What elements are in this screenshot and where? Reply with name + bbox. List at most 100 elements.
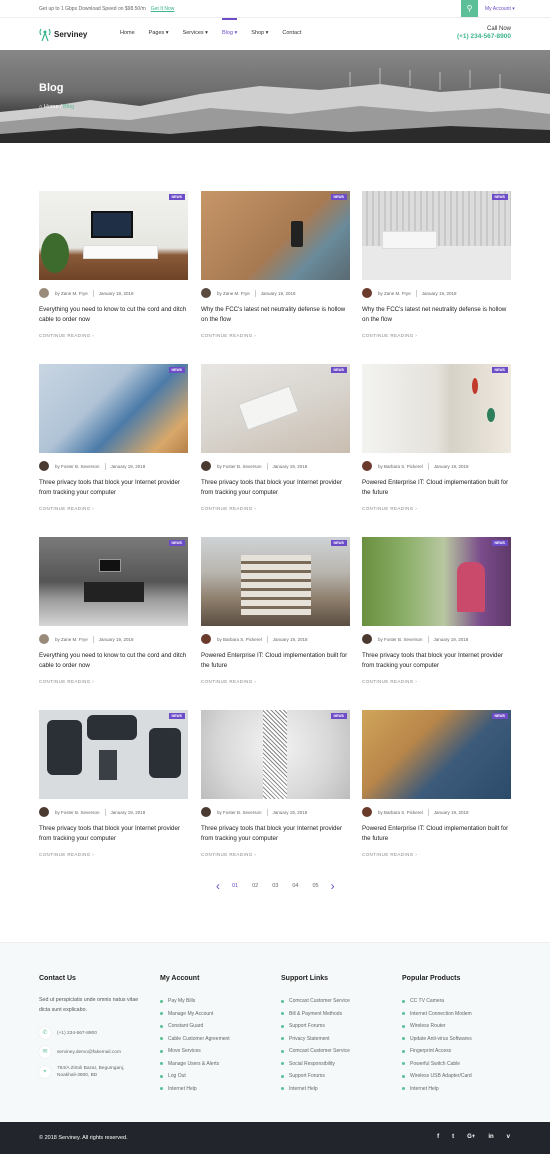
post-author[interactable]: by Foster B. Severson xyxy=(217,810,262,815)
footer-link[interactable]: Wireless USB Adapter/Card xyxy=(402,1070,472,1083)
nav-home[interactable]: Home xyxy=(120,30,135,36)
footer-link[interactable]: Update Anti-virus Softwares xyxy=(402,1033,472,1046)
nav-services[interactable]: Services ▾ xyxy=(183,30,208,36)
continue-reading-link[interactable]: CONTINUE READING › xyxy=(39,333,94,338)
footer-link[interactable]: Support Forums xyxy=(281,1070,350,1083)
continue-reading-link[interactable]: CONTINUE READING › xyxy=(362,852,417,857)
post-image[interactable]: NEWS xyxy=(201,364,350,453)
post-image[interactable]: NEWS xyxy=(362,537,511,626)
contact-email[interactable]: ✉ serviney.demo@fakemail.com xyxy=(39,1046,149,1058)
footer-link[interactable]: Wireless Router xyxy=(402,1020,472,1033)
post-author[interactable]: by Foster B. Severson xyxy=(55,810,100,815)
post-date: January 19, 2018 xyxy=(272,636,308,642)
footer-link[interactable]: Powerful Switch Cable xyxy=(402,1058,472,1071)
post-image[interactable]: NEWS xyxy=(201,537,350,626)
post-author[interactable]: by Zane M. Frye xyxy=(217,291,250,296)
post-author[interactable]: by Foster B. Severson xyxy=(217,464,262,469)
google-plus-icon[interactable]: G+ xyxy=(467,1134,475,1140)
post-title[interactable]: Everything you need to know to cut the c… xyxy=(39,305,189,325)
footer-link[interactable]: CC TV Camera xyxy=(402,995,472,1008)
post-title[interactable]: Powered Enterprise IT: Cloud implementat… xyxy=(362,824,512,844)
footer-link[interactable]: Social Responsibility xyxy=(281,1058,350,1071)
vimeo-icon[interactable]: v xyxy=(507,1134,510,1140)
footer-link[interactable]: Internet Connection Modem xyxy=(402,1008,472,1021)
next-page-button[interactable]: › xyxy=(331,880,335,892)
linkedin-icon[interactable]: in xyxy=(488,1134,493,1140)
footer-link[interactable]: Internet Help xyxy=(281,1083,350,1096)
footer-link[interactable]: Log Out xyxy=(160,1070,230,1083)
continue-reading-link[interactable]: CONTINUE READING › xyxy=(362,333,417,338)
post-image[interactable]: NEWS xyxy=(362,710,511,799)
footer-link[interactable]: Fingerprint Access xyxy=(402,1045,472,1058)
post-author[interactable]: by Zane M. Frye xyxy=(378,291,411,296)
footer-link[interactable]: Constant Guard xyxy=(160,1020,230,1033)
post-author[interactable]: by Zane M. Frye xyxy=(55,637,88,642)
nav-pages[interactable]: Pages ▾ xyxy=(149,30,169,36)
continue-reading-link[interactable]: CONTINUE READING › xyxy=(39,852,94,857)
logo[interactable]: Serviney xyxy=(39,27,87,41)
footer-link[interactable]: Comcast Customer Service xyxy=(281,995,350,1008)
contact-phone[interactable]: ✆ (+1) 234-567-8900 xyxy=(39,1027,149,1039)
page-5[interactable]: 05 xyxy=(313,883,319,889)
news-badge: NEWS xyxy=(168,713,185,719)
post-author[interactable]: by Barbara S. Pickerel xyxy=(378,810,423,815)
post-image[interactable]: NEWS xyxy=(39,364,188,453)
continue-reading-link[interactable]: CONTINUE READING › xyxy=(201,679,256,684)
promo-link[interactable]: Get It Now xyxy=(151,6,175,12)
post-title[interactable]: Three privacy tools that block your Inte… xyxy=(201,478,351,498)
page-2[interactable]: 02 xyxy=(252,883,258,889)
continue-reading-link[interactable]: CONTINUE READING › xyxy=(201,852,256,857)
post-title[interactable]: Three privacy tools that block your Inte… xyxy=(362,651,512,671)
post-author[interactable]: by Foster B. Severson xyxy=(378,637,423,642)
post-author[interactable]: by Barbara S. Pickerel xyxy=(217,637,262,642)
post-title[interactable]: Why the FCC's latest net neutrality defe… xyxy=(362,305,512,325)
continue-reading-link[interactable]: CONTINUE READING › xyxy=(39,679,94,684)
post-title[interactable]: Powered Enterprise IT: Cloud implementat… xyxy=(362,478,512,498)
post-author[interactable]: by Foster B. Severson xyxy=(55,464,100,469)
post-author[interactable]: by Barbara S. Pickerel xyxy=(378,464,423,469)
nav-shop[interactable]: Shop ▾ xyxy=(251,30,268,36)
prev-page-button[interactable]: ‹ xyxy=(216,880,220,892)
continue-reading-link[interactable]: CONTINUE READING › xyxy=(362,679,417,684)
continue-reading-link[interactable]: CONTINUE READING › xyxy=(362,506,417,511)
footer-link[interactable]: Bill & Payment Methods xyxy=(281,1008,350,1021)
twitter-icon[interactable]: t xyxy=(452,1134,454,1140)
post-image[interactable]: NEWS xyxy=(39,191,188,280)
footer-link[interactable]: Move Services xyxy=(160,1045,230,1058)
footer-link[interactable]: Pay My Bills xyxy=(160,995,230,1008)
post-author[interactable]: by Zane M. Frye xyxy=(55,291,88,296)
nav-blog[interactable]: Blog ▾ xyxy=(221,18,238,36)
post-image[interactable]: NEWS xyxy=(201,710,350,799)
post-image[interactable]: NEWS xyxy=(362,191,511,280)
post-image[interactable]: NEWS xyxy=(201,191,350,280)
post-title[interactable]: Three privacy tools that block your Inte… xyxy=(201,824,351,844)
post-image[interactable]: NEWS xyxy=(39,537,188,626)
post-image[interactable]: NEWS xyxy=(39,710,188,799)
post-image[interactable]: NEWS xyxy=(362,364,511,453)
breadcrumb-home[interactable]: Home xyxy=(44,104,59,110)
continue-reading-link[interactable]: CONTINUE READING › xyxy=(201,506,256,511)
continue-reading-link[interactable]: CONTINUE READING › xyxy=(201,333,256,338)
continue-reading-link[interactable]: CONTINUE READING › xyxy=(39,506,94,511)
search-button[interactable]: ⚲ xyxy=(461,0,478,17)
footer-link[interactable]: Cable Customer Agreement xyxy=(160,1033,230,1046)
facebook-icon[interactable]: f xyxy=(437,1134,439,1140)
footer-link[interactable]: Internet Help xyxy=(160,1083,230,1096)
post-title[interactable]: Why the FCC's latest net neutrality defe… xyxy=(201,305,351,325)
footer-link[interactable]: Manage My Account xyxy=(160,1008,230,1021)
footer-link[interactable]: Comcast Customer Service xyxy=(281,1045,350,1058)
post-title[interactable]: Everything you need to know to cut the c… xyxy=(39,651,189,671)
call-number[interactable]: (+1) 234-567-8900 xyxy=(457,33,511,40)
my-account-dropdown[interactable]: My Account ▾ xyxy=(485,6,515,12)
footer-link[interactable]: Internet Help xyxy=(402,1083,472,1096)
post-title[interactable]: Three privacy tools that block your Inte… xyxy=(39,824,189,844)
post-title[interactable]: Powered Enterprise IT: Cloud implementat… xyxy=(201,651,351,671)
page-4[interactable]: 04 xyxy=(292,883,298,889)
nav-contact[interactable]: Contact xyxy=(282,30,301,36)
footer-link[interactable]: Privacy Statement xyxy=(281,1033,350,1046)
footer-link[interactable]: Support Forums xyxy=(281,1020,350,1033)
page-3[interactable]: 03 xyxy=(272,883,278,889)
page-1[interactable]: 01 xyxy=(232,883,238,889)
post-title[interactable]: Three privacy tools that block your Inte… xyxy=(39,478,189,498)
footer-link[interactable]: Manage Users & Alerts xyxy=(160,1058,230,1071)
